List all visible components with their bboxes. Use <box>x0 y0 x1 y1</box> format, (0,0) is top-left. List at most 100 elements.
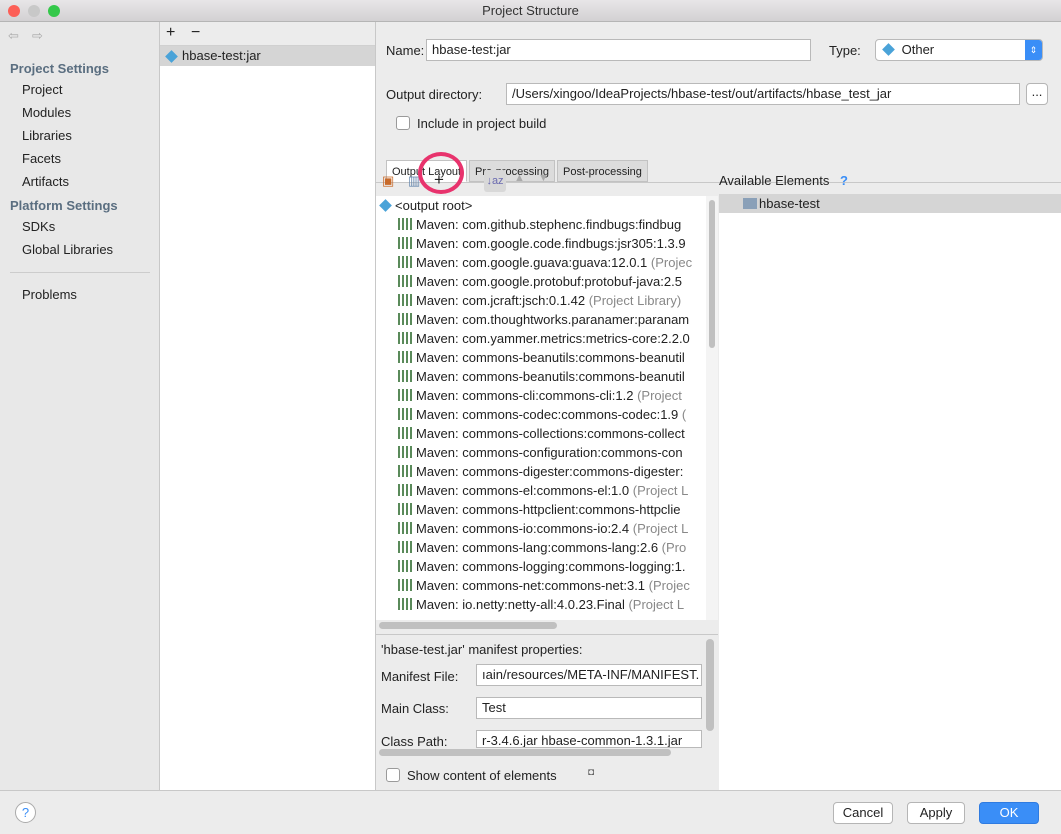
sidebar-item-modules[interactable]: Modules <box>22 105 71 120</box>
close-window-button[interactable] <box>8 5 20 17</box>
row-label: Maven: commons-net:commons-net:3.1 <box>416 578 646 593</box>
library-icon <box>398 313 412 325</box>
name-input[interactable]: hbase-test:jar <box>426 39 811 61</box>
help-button[interactable]: ? <box>15 802 36 823</box>
output-directory-input[interactable]: /Users/xingoo/IdeaProjects/hbase-test/ou… <box>506 83 1020 105</box>
sidebar-item-facets[interactable]: Facets <box>22 151 61 166</box>
row-label: Maven: commons-httpclient:commons-httpcl… <box>416 502 681 517</box>
project-settings-heading: Project Settings <box>10 61 109 76</box>
artifact-item[interactable]: hbase-test:jar <box>160 46 375 66</box>
ok-button[interactable]: OK <box>979 802 1039 824</box>
library-icon <box>398 484 412 496</box>
row-label: Maven: commons-configuration:commons-con <box>416 445 683 460</box>
tree-row[interactable]: Maven: commons-cli:commons-cli:1.2 (Proj… <box>398 386 682 405</box>
library-icon <box>398 275 412 287</box>
tab-post-processing[interactable]: Post-processing <box>557 160 648 182</box>
library-icon <box>398 465 412 477</box>
back-icon[interactable]: ⇦ <box>8 28 19 44</box>
sidebar-item-global-libraries[interactable]: Global Libraries <box>22 242 113 257</box>
tree-row[interactable]: Maven: commons-httpclient:commons-httpcl… <box>398 500 680 519</box>
tree-row[interactable]: Maven: commons-beanutils:commons-beanuti… <box>398 348 685 367</box>
tree-row[interactable]: Maven: commons-el:commons-el:1.0 (Projec… <box>398 481 688 500</box>
tree-row[interactable]: Maven: commons-net:commons-net:3.1 (Proj… <box>398 576 690 595</box>
move-down-icon[interactable]: ▼ <box>538 172 549 184</box>
minimize-window-button[interactable] <box>28 5 40 17</box>
row-label: Maven: commons-cli:commons-cli:1.2 <box>416 388 634 403</box>
sidebar-item-sdks[interactable]: SDKs <box>22 219 55 234</box>
artifacts-list-panel: + − hbase-test:jar <box>160 22 376 790</box>
tree-row[interactable]: Maven: com.google.protobuf:protobuf-java… <box>398 272 682 291</box>
sidebar-item-problems[interactable]: Problems <box>22 287 77 302</box>
sidebar-item-libraries[interactable]: Libraries <box>22 128 72 143</box>
tree-row[interactable]: Maven: com.github.stephenc.findbugs:find… <box>398 215 681 234</box>
row-suffix: (Projec <box>645 578 690 593</box>
help-icon[interactable]: ? <box>840 173 848 188</box>
main-class-input[interactable]: Test <box>476 697 702 719</box>
tree-row[interactable]: Maven: commons-lang:commons-lang:2.6 (Pr… <box>398 538 686 557</box>
settings-icon[interactable]: ◘ <box>588 767 594 778</box>
zoom-window-button[interactable] <box>48 5 60 17</box>
tree-row[interactable]: Maven: com.yammer.metrics:metrics-core:2… <box>398 329 690 348</box>
type-select[interactable]: Other ⇕ <box>875 39 1043 61</box>
tree-horizontal-scrollbar[interactable] <box>379 622 557 629</box>
show-content-checkbox[interactable] <box>386 768 400 782</box>
library-icon <box>398 560 412 572</box>
available-item[interactable]: hbase-test <box>719 194 1061 213</box>
row-label: Maven: commons-beanutils:commons-beanuti… <box>416 350 685 365</box>
highlight-circle <box>418 152 464 194</box>
available-item-label: hbase-test <box>759 196 820 211</box>
browse-button[interactable]: ... <box>1026 83 1048 105</box>
output-layout-tree: <output root> Maven: com.github.stephenc… <box>376 196 706 620</box>
title-bar: Project Structure <box>0 0 1061 22</box>
row-label: Maven: com.google.code.findbugs:jsr305:1… <box>416 236 686 251</box>
library-icon <box>398 522 412 534</box>
sidebar-item-artifacts[interactable]: Artifacts <box>22 174 69 189</box>
tree-row[interactable]: Maven: commons-logging:commons-logging:1… <box>398 557 686 576</box>
platform-settings-heading: Platform Settings <box>10 198 118 213</box>
row-suffix: (Project L <box>629 483 689 498</box>
manifest-title: 'hbase-test.jar' manifest properties: <box>381 642 583 657</box>
manifest-horizontal-scrollbar[interactable] <box>379 749 671 756</box>
tree-row[interactable]: Maven: commons-collections:commons-colle… <box>398 424 685 443</box>
class-path-input[interactable]: r-3.4.6.jar hbase-common-1.3.1.jar <box>476 730 702 748</box>
forward-icon[interactable]: ⇨ <box>32 28 43 44</box>
tree-row[interactable]: Maven: com.jcraft:jsch:0.1.42 (Project L… <box>398 291 681 310</box>
tree-row[interactable]: Maven: commons-io:commons-io:2.4 (Projec… <box>398 519 688 538</box>
tree-row[interactable]: Maven: commons-beanutils:commons-beanuti… <box>398 367 685 386</box>
tree-row[interactable]: Maven: commons-codec:commons-codec:1.9 ( <box>398 405 686 424</box>
apply-button[interactable]: Apply <box>907 802 965 824</box>
tree-row[interactable]: Maven: com.google.guava:guava:12.0.1 (Pr… <box>398 253 692 272</box>
class-path-label: Class Path: <box>381 734 448 749</box>
tree-row[interactable]: Maven: commons-digester:commons-digester… <box>398 462 683 481</box>
tree-vertical-scrollbar[interactable] <box>706 196 718 620</box>
cancel-button[interactable]: Cancel <box>833 802 893 824</box>
output-root[interactable]: <output root> <box>378 196 472 215</box>
show-content-label: Show content of elements <box>407 768 557 783</box>
manifest-file-input[interactable]: ıain/resources/META-INF/MANIFEST. <box>476 664 702 686</box>
sidebar: ⇦ ⇨ Project Settings Project Modules Lib… <box>0 22 160 790</box>
row-label: Maven: commons-logging:commons-logging:1… <box>416 559 686 574</box>
sort-icon[interactable]: ↓az <box>484 170 506 192</box>
tree-row[interactable]: Maven: com.google.code.findbugs:jsr305:1… <box>398 234 686 253</box>
include-in-build-checkbox[interactable] <box>396 116 410 130</box>
row-label: Maven: commons-codec:commons-codec:1.9 <box>416 407 679 422</box>
tree-row[interactable]: Maven: commons-configuration:commons-con <box>398 443 683 462</box>
name-label: Name: <box>386 43 425 58</box>
window-title: Project Structure <box>482 3 579 18</box>
row-suffix: (Project L <box>624 597 685 612</box>
sidebar-item-project[interactable]: Project <box>22 82 62 97</box>
add-artifact-button[interactable]: + <box>166 24 175 42</box>
library-icon <box>398 503 412 515</box>
remove-artifact-button[interactable]: − <box>191 24 200 42</box>
tree-row[interactable]: Maven: com.thoughtworks.paranamer:parana… <box>398 310 689 329</box>
row-label: Maven: com.google.protobuf:protobuf-java… <box>416 274 682 289</box>
move-up-icon[interactable]: ▲ <box>514 172 525 184</box>
artifact-label: hbase-test:jar <box>182 48 261 63</box>
manifest-vertical-scrollbar[interactable] <box>706 639 714 731</box>
row-label: Maven: commons-beanutils:commons-beanuti… <box>416 369 685 384</box>
tree-row[interactable]: Maven: io.netty:netty-all:4.0.23.Final (… <box>398 595 684 614</box>
chevron-up-down-icon: ⇕ <box>1025 40 1042 60</box>
row-label: Maven: commons-digester:commons-digester… <box>416 464 684 479</box>
create-directory-icon[interactable]: ▣ <box>382 173 394 189</box>
library-icon <box>398 351 412 363</box>
